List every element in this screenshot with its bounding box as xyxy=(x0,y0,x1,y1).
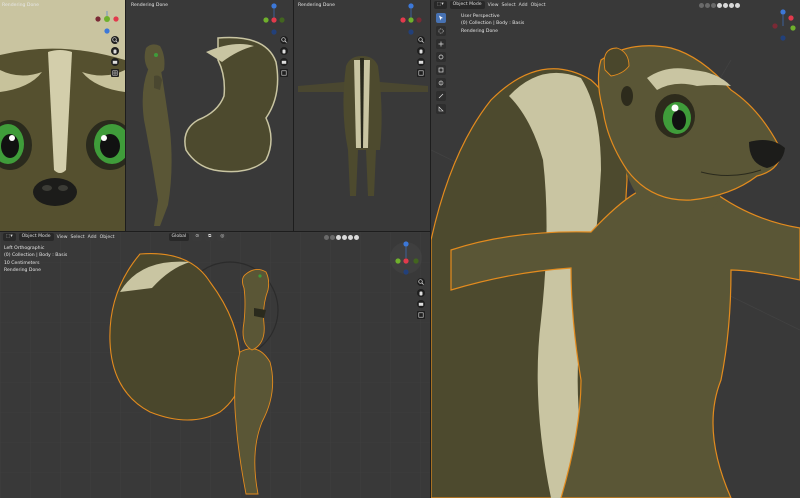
view-name: User Perspective xyxy=(461,14,500,19)
camera-icon[interactable] xyxy=(111,58,119,66)
render-status: Rendering Done xyxy=(298,3,336,8)
move-icon[interactable] xyxy=(436,39,446,49)
orientation-dropdown[interactable]: Global xyxy=(168,233,190,241)
visibility-icon xyxy=(324,235,329,240)
camera-icon[interactable] xyxy=(417,300,425,308)
menu-object[interactable]: Object xyxy=(531,3,546,8)
editor-type-button[interactable]: ⬚▾ xyxy=(3,233,16,241)
grid-view-icon[interactable] xyxy=(280,69,288,77)
material-shading-icon xyxy=(729,3,734,8)
viewport-back[interactable]: Rendering Done xyxy=(294,0,430,231)
viewport-front[interactable]: Rendering Done xyxy=(0,0,125,231)
render-status: Rendering Done xyxy=(4,268,42,274)
camera-icon[interactable] xyxy=(280,58,288,66)
rendered-shading-icon xyxy=(354,235,359,240)
area-divider[interactable] xyxy=(293,0,294,231)
material-shading-icon xyxy=(348,235,353,240)
grid-view-icon[interactable] xyxy=(111,69,119,77)
x-axis-icon xyxy=(113,16,119,22)
skunk-closeup-perspective xyxy=(431,45,800,498)
navigation-gizmo[interactable] xyxy=(394,2,428,40)
menu-view[interactable]: View xyxy=(57,235,68,240)
shading-modes[interactable] xyxy=(699,3,740,8)
menu-select[interactable]: Select xyxy=(71,235,85,240)
navigation-gizmo[interactable] xyxy=(388,240,424,280)
menu-select[interactable]: Select xyxy=(502,3,516,8)
viewport-left-ortho[interactable]: ⬚▾ Object Mode View Select Add Object Gl… xyxy=(0,232,430,498)
shading-modes[interactable] xyxy=(324,235,359,240)
grid-view-icon[interactable] xyxy=(417,69,425,77)
overlay-toggle-icon xyxy=(711,3,716,8)
hand-pan-icon[interactable] xyxy=(280,47,288,55)
area-divider[interactable] xyxy=(430,0,431,498)
rotate-icon[interactable] xyxy=(436,52,446,62)
menu-object[interactable]: Object xyxy=(100,235,115,240)
render-status: Rendering Done xyxy=(2,3,40,8)
mode-dropdown[interactable]: Object Mode xyxy=(18,233,54,241)
collection-info: (0) Collection | Body : Basis xyxy=(4,253,68,259)
annotate-icon[interactable] xyxy=(436,91,446,101)
collection-info: (0) Collection | Body : Basis xyxy=(461,21,525,27)
viewport-header: ⬚▾ Object Mode View Select Add Object Gl… xyxy=(0,232,430,242)
hand-pan-icon[interactable] xyxy=(417,289,425,297)
hand-pan-icon[interactable] xyxy=(111,47,119,55)
rendered-shading-icon xyxy=(735,3,740,8)
navigation-gizmo[interactable] xyxy=(258,2,290,40)
scale-icon[interactable] xyxy=(436,65,446,75)
y-axis-icon xyxy=(104,16,110,22)
viewport-user-perspective[interactable]: ⬚▾ Object Mode View Select Add Object Us… xyxy=(431,0,800,498)
viewport-header: ⬚▾ Object Mode View Select Add Object xyxy=(431,0,800,10)
area-divider[interactable] xyxy=(0,231,430,232)
unit-scale: 10 Centimeters xyxy=(4,260,40,266)
grid-view-icon[interactable] xyxy=(417,311,425,319)
wireframe-shading-icon xyxy=(336,235,341,240)
view-name: Left Orthographic xyxy=(4,246,45,251)
area-divider[interactable] xyxy=(125,0,126,231)
select-box-icon[interactable] xyxy=(436,26,446,36)
zoom-icon[interactable] xyxy=(417,36,425,44)
camera-icon[interactable] xyxy=(417,58,425,66)
menu-add[interactable]: Add xyxy=(88,235,97,240)
gizmo-toggle-icon xyxy=(330,235,335,240)
transform-icon[interactable] xyxy=(436,78,446,88)
visibility-icon xyxy=(699,3,704,8)
viewport-overlay-text: User Perspective (0) Collection | Body :… xyxy=(461,13,524,35)
viewport-overlay-text: Left Orthographic (0) Collection | Body … xyxy=(4,245,67,275)
zoom-icon[interactable] xyxy=(280,36,288,44)
measure-icon[interactable] xyxy=(436,104,446,114)
solid-shading-icon xyxy=(342,235,347,240)
cursor-icon[interactable] xyxy=(436,13,446,23)
gizmo-toggle-icon xyxy=(705,3,710,8)
mode-dropdown[interactable]: Object Mode xyxy=(449,1,485,9)
proportional-edit-icon[interactable]: ◎ xyxy=(217,233,228,241)
z-axis-icon xyxy=(104,28,110,34)
viewport-side[interactable]: Rendering Done xyxy=(126,0,293,231)
editor-type-button[interactable]: ⬚▾ xyxy=(434,1,447,9)
menu-view[interactable]: View xyxy=(488,3,499,8)
snap-icon[interactable]: ⧉ xyxy=(205,233,215,241)
menu-add[interactable]: Add xyxy=(519,3,528,8)
render-status: Rendering Done xyxy=(461,28,499,34)
zoom-icon[interactable] xyxy=(417,278,425,286)
solid-shading-icon xyxy=(723,3,728,8)
wireframe-shading-icon xyxy=(717,3,722,8)
zoom-icon[interactable] xyxy=(111,36,119,44)
toolbar xyxy=(436,13,446,114)
hand-pan-icon[interactable] xyxy=(417,47,425,55)
render-status: Rendering Done xyxy=(131,3,169,8)
navigation-gizmo[interactable] xyxy=(767,8,799,48)
pivot-icon[interactable]: ⊙ xyxy=(192,233,203,241)
